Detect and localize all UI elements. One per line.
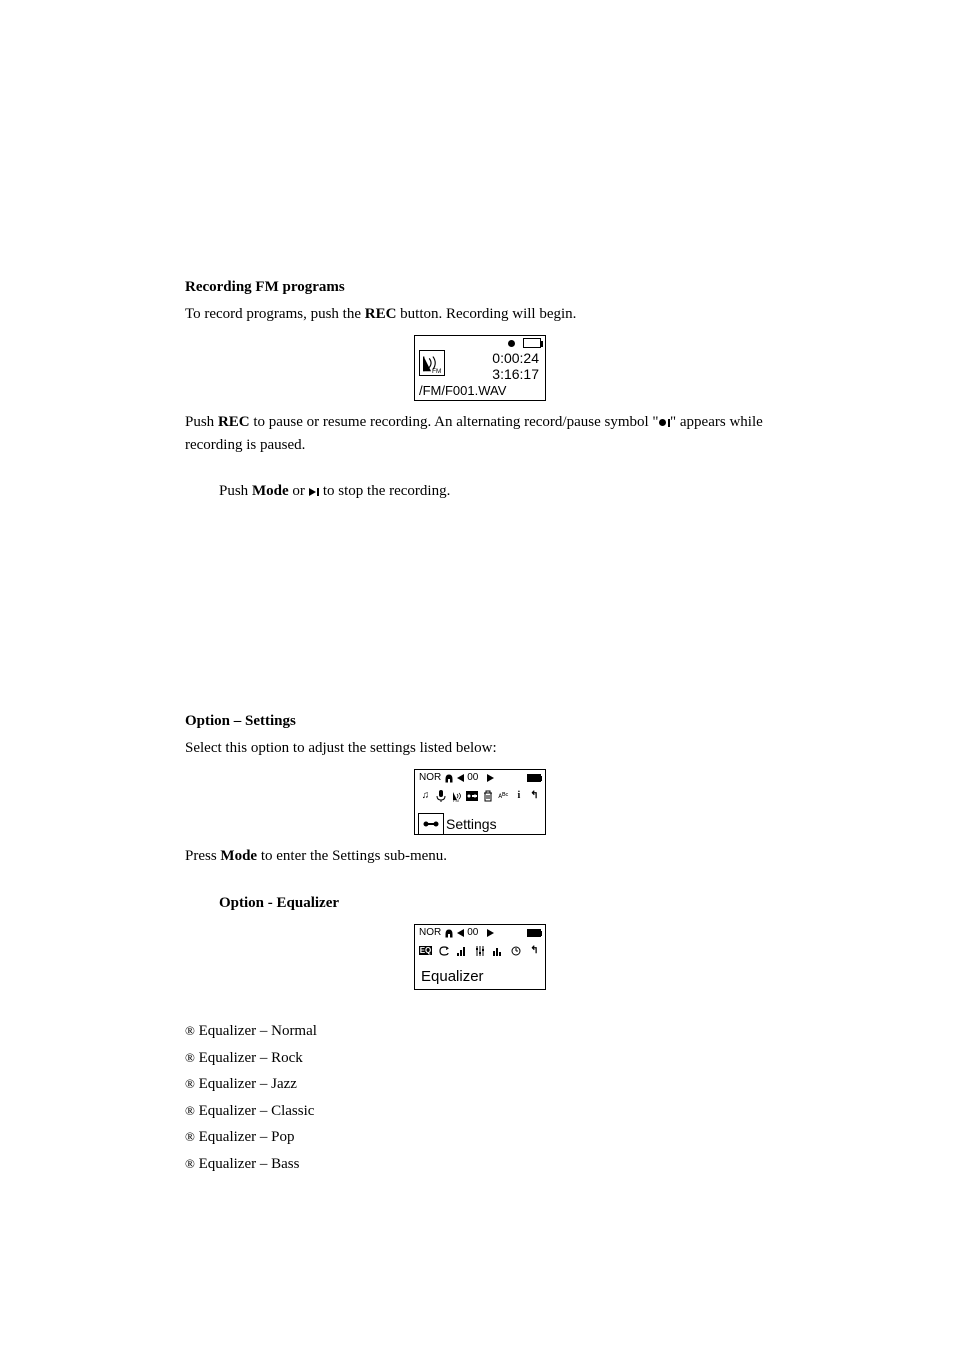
rec-label: REC xyxy=(365,306,397,322)
list-item-text: Equalizer – Normal xyxy=(199,1023,317,1039)
headphone-icon xyxy=(444,773,454,783)
mode-label: Mode xyxy=(220,848,257,864)
text: to pause or resume recording. An alterna… xyxy=(250,414,659,430)
lcd-figure-fm-record: FM 0:00:24 3:16:17 /FM/F001.WAV xyxy=(185,335,775,401)
lcd-figure-settings-menu: NOR 00 ♫ FM ᴀᴮᶜ i ↰ Settings xyxy=(185,769,775,835)
battery-icon xyxy=(527,929,541,937)
section-heading-equalizer: Option - Equalizer xyxy=(219,895,339,911)
volume-icon xyxy=(457,774,464,782)
elapsed-time: 0:00:24 xyxy=(492,350,539,366)
list-item: ® Equalizer – Jazz xyxy=(185,1073,775,1096)
list-item: ® Equalizer – Pop xyxy=(185,1126,775,1149)
text: Push xyxy=(185,414,218,430)
battery-icon xyxy=(527,774,541,782)
section-heading-fm-record: Recording FM programs xyxy=(185,279,345,295)
remaining-time: 3:16:17 xyxy=(492,366,539,382)
contrast-icon xyxy=(455,944,468,957)
text: to enter the Settings sub-menu. xyxy=(257,848,447,864)
equalizer-options-list: ® Equalizer – Normal ® Equalizer – Rock … xyxy=(185,1020,775,1175)
file-path: /FM/F001.WAV xyxy=(419,383,506,398)
volume-value: 00 xyxy=(467,772,478,783)
registered-icon: ® xyxy=(185,1076,195,1091)
play-icon xyxy=(487,774,494,782)
lcd-figure-equalizer: NOR 00 EQ ↰ Equalizer xyxy=(185,924,775,990)
rec-label: REC xyxy=(218,414,250,430)
settings-selected-label: Settings xyxy=(446,816,497,832)
delete-icon xyxy=(481,789,494,802)
volume-icon xyxy=(457,929,464,937)
music-icon: ♫ xyxy=(419,789,432,802)
svg-text:FM: FM xyxy=(453,798,459,802)
svg-text:FM: FM xyxy=(432,368,441,375)
eq-icon: EQ xyxy=(419,944,432,957)
equalizer-label: Equalizer xyxy=(421,968,484,985)
list-item: ® Equalizer – Normal xyxy=(185,1020,775,1043)
list-item-text: Equalizer – Bass xyxy=(199,1156,300,1172)
text: Press xyxy=(185,848,220,864)
list-item: ® Equalizer – Bass xyxy=(185,1153,775,1176)
registered-icon: ® xyxy=(185,1023,195,1038)
text: to stop the recording. xyxy=(319,483,450,499)
paragraph: Push Mode or to stop the recording. xyxy=(219,480,775,503)
info-icon: i xyxy=(512,789,525,802)
text: Push xyxy=(219,483,252,499)
battery-icon xyxy=(523,338,541,348)
return-icon: ↰ xyxy=(528,789,541,802)
fm-small-icon: FM xyxy=(450,789,463,802)
text: or xyxy=(289,483,309,499)
mic-icon xyxy=(435,789,448,802)
play-pause-icon xyxy=(309,488,320,496)
text: button. Recording will begin. xyxy=(396,306,576,322)
play-icon xyxy=(487,929,494,937)
repeat-icon xyxy=(437,944,450,957)
eq-mode-indicator: NOR xyxy=(419,772,441,783)
bars-icon xyxy=(492,944,505,957)
eq-mode-indicator: NOR xyxy=(419,927,441,938)
volume-value: 00 xyxy=(467,927,478,938)
text: To record programs, push the xyxy=(185,306,365,322)
return-icon: ↰ xyxy=(528,944,541,957)
mode-label: Mode xyxy=(252,483,289,499)
paragraph: Select this option to adjust the setting… xyxy=(185,737,775,760)
list-item-text: Equalizer – Classic xyxy=(199,1103,315,1119)
paragraph: Press Mode to enter the Settings sub-men… xyxy=(185,845,775,868)
list-item: ® Equalizer – Rock xyxy=(185,1047,775,1070)
list-item-text: Equalizer – Jazz xyxy=(199,1076,297,1092)
record-pause-icon xyxy=(659,419,671,427)
headphone-icon xyxy=(444,928,454,938)
registered-icon: ® xyxy=(185,1050,195,1065)
registered-icon: ® xyxy=(185,1103,195,1118)
registered-icon: ® xyxy=(185,1129,195,1144)
paragraph: To record programs, push the REC button.… xyxy=(185,303,775,326)
list-item: ® Equalizer – Classic xyxy=(185,1100,775,1123)
record-dot-icon xyxy=(508,340,515,347)
list-item-text: Equalizer – Pop xyxy=(199,1129,295,1145)
settings-selected-icon xyxy=(418,813,444,835)
paragraph: Push REC to pause or resume recording. A… xyxy=(185,411,775,456)
clock-icon xyxy=(510,944,523,957)
fm-radio-icon: FM xyxy=(419,350,445,376)
abc-icon: ᴀᴮᶜ xyxy=(497,789,510,802)
registered-icon: ® xyxy=(185,1156,195,1171)
sliders-icon xyxy=(473,944,486,957)
settings-small-icon xyxy=(466,789,479,802)
list-item-text: Equalizer – Rock xyxy=(199,1050,303,1066)
section-heading-settings: Option – Settings xyxy=(185,713,296,729)
